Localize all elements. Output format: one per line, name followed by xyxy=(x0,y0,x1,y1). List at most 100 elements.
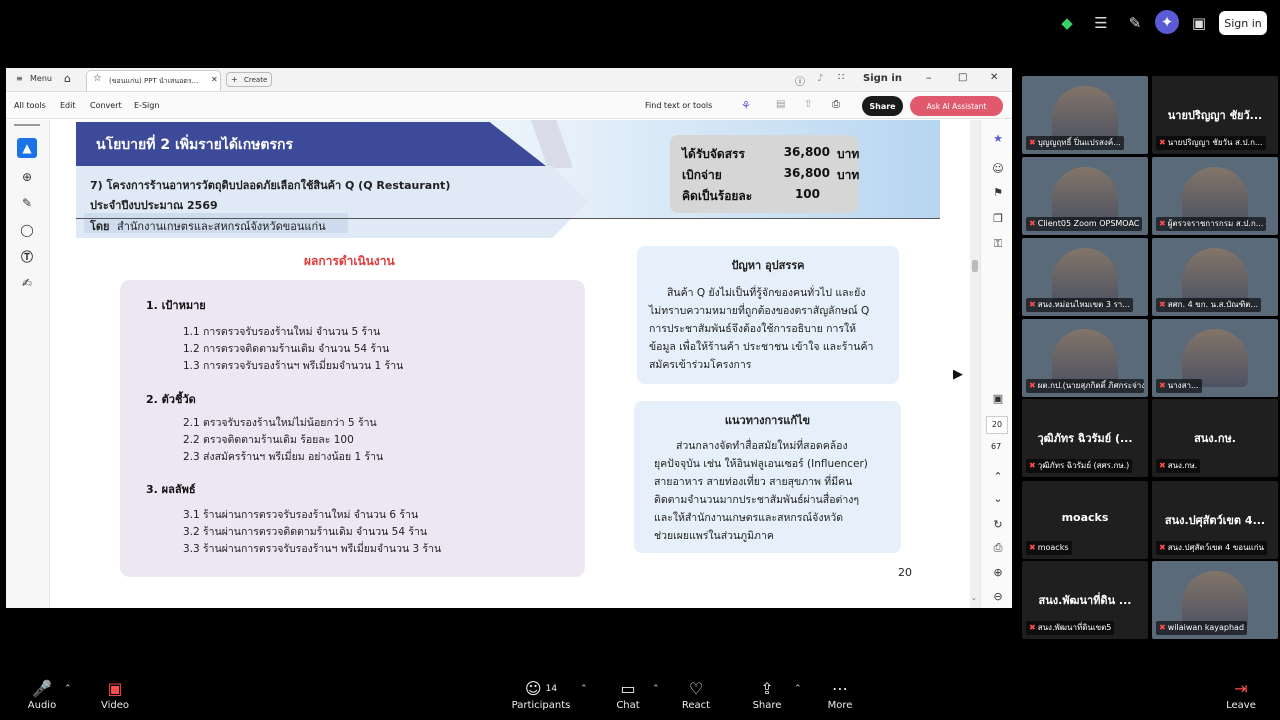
shield-icon[interactable]: ◆ xyxy=(1056,12,1078,34)
participant-tile[interactable]: ✖ ผู้ตรวจราชการกรม ส.ป.ก... xyxy=(1152,157,1278,235)
document-page: นโยบายที่ 2 เพิ่มรายได้เกษตรกร 7) โครงกา… xyxy=(76,120,940,608)
right-tool-rail: ★ ☺ ⚑ ❐ ⚿ ▣ 20 67 ⌃ ⌄ ↻ ⎙ ⊕ ⊖ xyxy=(980,120,1012,608)
participant-label: ✖ Client05 Zoom OPSMOAC xyxy=(1026,217,1143,231)
audio-options-icon[interactable]: ⌃ xyxy=(64,684,72,694)
participant-tile[interactable]: ✖ สนง.หม่อนไหมเขต 3 รา... xyxy=(1022,238,1148,316)
maximize-icon[interactable]: □ xyxy=(958,72,967,83)
page-number-input[interactable]: 20 xyxy=(986,416,1008,434)
share-button[interactable]: Share xyxy=(862,96,903,116)
participant-label: ✖ wilaiwan kayaphad xyxy=(1156,621,1248,635)
vertical-scrollbar[interactable]: ⌄ xyxy=(970,120,980,608)
save-icon[interactable]: ▤ xyxy=(776,99,785,110)
text-tool-icon[interactable]: Ⓣ xyxy=(17,246,37,266)
extract-icon[interactable]: ⎙ xyxy=(990,540,1006,556)
zoom-icon[interactable]: ⊕ xyxy=(17,167,37,187)
chat-options-icon[interactable]: ⌃ xyxy=(652,684,660,694)
scroll-down-icon[interactable]: ⌄ xyxy=(971,594,977,602)
zoom-in-icon[interactable]: ⊕ xyxy=(990,564,1006,580)
menu-button[interactable]: Menu xyxy=(30,74,52,83)
ask-ai-assistant-button[interactable]: Ask AI Assistant xyxy=(910,96,1003,116)
home-icon[interactable]: ⌂ xyxy=(64,72,71,85)
comment-icon[interactable]: ☺ xyxy=(990,160,1006,176)
help-icon[interactable]: ⓘ xyxy=(795,73,805,88)
participant-tile[interactable]: สนง.พัฒนาที่ดิน ... ✖ สนง.พัฒนาที่ดินเขต5 xyxy=(1022,561,1148,639)
view-icon[interactable]: ▣ xyxy=(1188,12,1210,34)
react-button[interactable]: ♡ React xyxy=(666,678,726,711)
video-label: Video xyxy=(100,700,130,711)
minimize-icon[interactable]: – xyxy=(926,71,932,84)
chat-button[interactable]: ▭ Chat xyxy=(598,678,658,711)
signin-link[interactable]: Sign in xyxy=(863,73,902,84)
stamp-icon[interactable]: ✍ xyxy=(17,273,37,293)
all-tools-menu[interactable]: All tools xyxy=(14,101,46,110)
bell-icon[interactable]: ♪ xyxy=(817,73,823,84)
participant-label: ✖ วุฒิภัทร ฉิวรัมย์ (สศร.กษ.) xyxy=(1026,459,1133,473)
zoom-out-icon[interactable]: ⊖ xyxy=(990,588,1006,604)
ai-summary-icon[interactable]: ★ xyxy=(990,130,1006,146)
list-item: 1.3 การตรวจรับรองร้านฯ พรีเมี่ยมจำนวน 1 … xyxy=(183,360,404,372)
whiteboard-icon[interactable]: ✎ xyxy=(1124,12,1146,34)
muted-mic-icon: ✖ xyxy=(1159,381,1166,390)
ai-companion-icon[interactable]: ✦ xyxy=(1155,10,1179,34)
rotate-icon[interactable]: ↻ xyxy=(990,516,1006,532)
create-label: Create xyxy=(244,76,268,84)
present-icon[interactable]: ▣ xyxy=(990,390,1006,406)
zoom-signin-button[interactable]: Sign in xyxy=(1219,11,1267,35)
esign-menu[interactable]: E-Sign xyxy=(134,101,159,110)
page-total: 67 xyxy=(991,442,1002,451)
participants-options-icon[interactable]: ⌃ xyxy=(580,684,588,694)
participant-tile[interactable]: ✖ ผต.กป.(นายสุภกิตติ์ ภิศกระจ่าง) xyxy=(1022,319,1148,397)
participant-name: สนง.กษ. xyxy=(1194,432,1236,445)
bookmark-icon[interactable]: ⚑ xyxy=(990,184,1006,200)
pages-icon[interactable]: ❐ xyxy=(990,210,1006,226)
share-options-icon[interactable]: ⌃ xyxy=(794,684,802,694)
results-title: ผลการดำเนินงาน xyxy=(304,254,395,268)
page-down-icon[interactable]: ⌄ xyxy=(990,490,1006,506)
edit-menu[interactable]: Edit xyxy=(60,101,76,110)
close-window-icon[interactable]: ✕ xyxy=(990,72,998,83)
apps-grid-icon[interactable]: ∷ xyxy=(838,72,844,83)
convert-menu[interactable]: Convert xyxy=(90,101,122,110)
participant-tile[interactable]: ✖ นางสา... xyxy=(1152,319,1278,397)
participant-tile[interactable]: วุฒิภัทร ฉิวรัมย์ (... ✖ วุฒิภัทร ฉิวรัมย์… xyxy=(1022,399,1148,477)
document-tab[interactable]: ☆ (ขอนแก่น) PPT นำเสนอตร... ✕ xyxy=(86,70,221,91)
ai-tools-icon[interactable]: ⚘ xyxy=(741,99,751,112)
pen-icon[interactable]: ✎ xyxy=(17,193,37,213)
participant-tile[interactable]: สนง.กษ. ✖ สนง.กษ. xyxy=(1152,399,1278,477)
budget-value: 100 xyxy=(794,187,820,201)
participant-tile[interactable]: นายปริญญา ชัยวั... ✖ นายปริญญา ชัยวัน ส.ป.… xyxy=(1152,76,1278,154)
print-icon[interactable]: ⎙ xyxy=(832,99,840,110)
select-cursor-icon[interactable]: ▲ xyxy=(17,138,37,158)
find-tools[interactable]: Find text or tools xyxy=(645,101,712,110)
participant-label: ✖ สนง.ปศุสัตว์เขต 4 ขอนแก่น xyxy=(1156,541,1268,555)
participant-tile[interactable]: moacks ✖ moacks xyxy=(1022,481,1148,559)
participant-tile[interactable]: สนง.ปศุสัตว์เขต 4... ✖ สนง.ปศุสัตว์เขต 4 ข… xyxy=(1152,481,1278,559)
budget-row-allocated: ได้รับจัดสรร 36,800 บาท xyxy=(682,145,859,164)
share-screen-button[interactable]: ⇪ Share xyxy=(737,678,797,711)
participant-label: ✖ สนง.กษ. xyxy=(1156,459,1201,473)
participants-button[interactable]: ☺ 14 Participants xyxy=(511,678,571,711)
create-button[interactable]: + Create xyxy=(226,72,272,87)
problem-line: การประชาสัมพันธ์จึงต้องใช้การอธิบาย การใ… xyxy=(649,323,857,335)
upload-icon[interactable]: ⇧ xyxy=(804,99,812,110)
audio-button[interactable]: 🎤 Audio xyxy=(12,678,72,711)
page-up-icon[interactable]: ⌃ xyxy=(990,468,1006,484)
participant-name: นายปริญญา ชัยวั... xyxy=(1167,109,1263,122)
participant-tile[interactable]: ✖ Client05 Zoom OPSMOAC xyxy=(1022,157,1148,235)
close-tab-icon[interactable]: ✕ xyxy=(211,75,218,84)
participant-tile[interactable]: ✖ สศก. 4 ขก. น.ส.บัณฑิต... xyxy=(1152,238,1278,316)
video-button[interactable]: ▣ Video xyxy=(85,678,145,711)
leave-button[interactable]: ⇥ Leave xyxy=(1211,678,1271,711)
scroll-thumb[interactable] xyxy=(972,260,978,272)
participant-tile[interactable]: ✖ wilaiwan kayaphad xyxy=(1152,561,1278,639)
lasso-icon[interactable]: ◯ xyxy=(17,220,37,240)
participant-tile[interactable]: ✖ บุญญฤทธิ์ ปิ่นแปรสงค์... xyxy=(1022,76,1148,154)
list-item: 1.2 การตรวจติดตามร้านเดิม จำนวน 54 ร้าน xyxy=(183,343,390,355)
hamburger-icon[interactable]: ≡ xyxy=(16,74,23,83)
protect-icon[interactable]: ⚿ xyxy=(990,236,1006,252)
more-button[interactable]: ⋯ More xyxy=(810,678,870,711)
notes-icon[interactable]: ☰ xyxy=(1090,12,1112,34)
solution-line: สายอาหาร สายท่องเที่ยว สายสุขภาพ ที่มีคน xyxy=(654,476,853,488)
star-icon[interactable]: ☆ xyxy=(93,73,102,84)
budget-row-percent: คิดเป็นร้อยละ 100 xyxy=(682,187,820,206)
